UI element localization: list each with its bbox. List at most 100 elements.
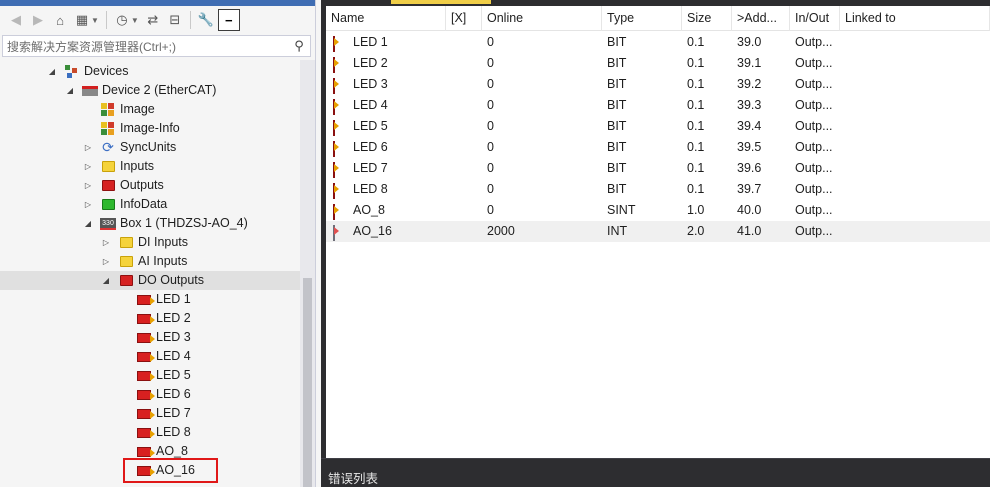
pending-changes-icon[interactable]: ◷ xyxy=(112,9,132,31)
cell-inout: Outp... xyxy=(795,224,833,238)
column-header[interactable]: Size xyxy=(682,6,732,31)
column-header[interactable]: Online xyxy=(482,6,602,31)
tree-node[interactable]: ▷ Inputs xyxy=(0,157,300,176)
tree-node-label: LED 5 xyxy=(156,368,191,382)
home-icon[interactable]: ⌂ xyxy=(50,9,70,31)
table-row[interactable]: LED 2 0 BIT 0.1 39.1 Outp... xyxy=(326,53,990,74)
chevron-down-icon[interactable]: ▼ xyxy=(91,16,99,25)
tree-node[interactable]: ▷ InfoData xyxy=(0,195,300,214)
column-header[interactable]: Linked to xyxy=(840,6,990,31)
column-header[interactable]: In/Out xyxy=(790,6,840,31)
output-var-icon xyxy=(136,444,155,459)
cell-x xyxy=(446,53,482,74)
search-input[interactable]: 搜索解决方案资源管理器(Ctrl+;) xyxy=(7,38,288,55)
tree-node[interactable]: LED 8 xyxy=(0,423,300,442)
table-row[interactable]: LED 5 0 BIT 0.1 39.4 Outp... xyxy=(326,116,990,137)
properties-wrench-icon[interactable]: 🔧 xyxy=(196,9,216,31)
switch-views-icon[interactable]: ▦ xyxy=(72,9,92,31)
output-var-icon xyxy=(136,349,155,364)
tree-node[interactable]: ◢ DO Outputs xyxy=(0,271,300,290)
cell-addr: 39.2 xyxy=(737,77,762,91)
table-row[interactable]: LED 7 0 BIT 0.1 39.6 Outp... xyxy=(326,158,990,179)
cell-x xyxy=(446,137,482,158)
cell-name: LED 3 xyxy=(353,77,388,91)
column-header[interactable]: Name xyxy=(326,6,446,31)
editor-panel: Name [X] Online Type Size >Add... In/Out Linked… xyxy=(321,0,990,487)
tree-node[interactable]: ◢ Devices xyxy=(0,62,300,81)
tree-node[interactable]: ▷ Outputs xyxy=(0,176,300,195)
scrollbar-thumb[interactable] xyxy=(303,278,312,487)
sync-icon: ⟳ xyxy=(102,139,114,155)
tree-node[interactable]: ▷ DI Inputs xyxy=(0,233,300,252)
table-row[interactable]: LED 8 0 BIT 0.1 39.7 Outp... xyxy=(326,179,990,200)
tree-node[interactable]: LED 3 xyxy=(0,328,300,347)
chevron-down-icon[interactable]: ▼ xyxy=(131,16,139,25)
expand-arrow-icon[interactable]: ▷ xyxy=(82,138,94,157)
collapse-arrow-icon[interactable]: ◢ xyxy=(46,62,58,81)
cell-type: BIT xyxy=(607,35,627,49)
table-row[interactable]: LED 1 0 BIT 0.1 39.0 Outp... xyxy=(326,32,990,53)
table-row[interactable]: LED 6 0 BIT 0.1 39.5 Outp... xyxy=(326,137,990,158)
column-header[interactable]: Type xyxy=(602,6,682,31)
collapse-all-icon[interactable]: ⊟ xyxy=(165,9,185,31)
cell-size: 0.1 xyxy=(687,161,705,175)
tree-node[interactable]: LED 4 xyxy=(0,347,300,366)
tree-node[interactable]: LED 6 xyxy=(0,385,300,404)
tree-node[interactable]: LED 1 xyxy=(0,290,300,309)
active-document-tab[interactable] xyxy=(391,0,491,4)
cell-addr: 39.6 xyxy=(737,161,762,175)
column-header[interactable]: [X] xyxy=(446,6,482,31)
expand-arrow-icon[interactable]: ▷ xyxy=(82,176,94,195)
tree-node[interactable]: Image xyxy=(0,100,300,119)
tree-node-label: DI Inputs xyxy=(138,235,189,249)
cell-size: 0.1 xyxy=(687,119,705,133)
cell-online: 0 xyxy=(487,119,494,133)
tree-node[interactable]: LED 5 xyxy=(0,366,300,385)
column-header[interactable]: >Add... xyxy=(732,6,790,31)
tree-node[interactable]: Image-Info xyxy=(0,119,300,138)
collapse-arrow-icon[interactable]: ◢ xyxy=(82,214,94,233)
tree-node[interactable]: AO_16 xyxy=(0,458,300,483)
table-row[interactable]: AO_16 2000 INT 2.0 41.0 Outp... xyxy=(326,221,990,242)
back-icon[interactable]: ◀ xyxy=(6,9,26,31)
collapse-arrow-icon[interactable]: ◢ xyxy=(100,271,112,290)
tree-node[interactable]: ◢ 330 Box 1 (THDZSJ-AO_4) xyxy=(0,214,300,233)
explorer-search-box[interactable]: 搜索解决方案资源管理器(Ctrl+;) ⚲ xyxy=(2,35,311,57)
tree-node[interactable]: ▷ ⟳ SyncUnits xyxy=(0,138,300,157)
sync-view-icon[interactable]: ⇄ xyxy=(143,9,163,31)
expand-arrow-icon[interactable]: ▷ xyxy=(82,157,94,176)
cell-x xyxy=(446,32,482,53)
error-list-label[interactable]: 错误列表 xyxy=(328,468,378,487)
table-row[interactable]: LED 3 0 BIT 0.1 39.2 Outp... xyxy=(326,74,990,95)
tree-node-label: Inputs xyxy=(120,159,155,173)
devices-icon xyxy=(64,64,80,79)
forward-icon[interactable]: ▶ xyxy=(28,9,48,31)
cell-online: 2000 xyxy=(487,224,515,238)
tree-node[interactable]: LED 7 xyxy=(0,404,300,423)
tree-node-label: LED 4 xyxy=(156,349,191,363)
tree-node[interactable]: LED 2 xyxy=(0,309,300,328)
collapse-arrow-icon[interactable]: ◢ xyxy=(64,81,76,100)
expand-arrow-icon[interactable]: ▷ xyxy=(82,195,94,214)
expand-arrow-icon[interactable]: ▷ xyxy=(100,252,112,271)
tree-node-label: InfoData xyxy=(120,197,168,211)
tree-scrollbar[interactable] xyxy=(300,60,315,487)
expand-arrow-icon[interactable]: ▷ xyxy=(100,233,112,252)
tree-node[interactable]: AO_8 xyxy=(0,442,300,461)
tree-node[interactable]: ◢ Device 2 (EtherCAT) xyxy=(0,81,300,100)
cell-type: BIT xyxy=(607,98,627,112)
pin-icon[interactable]: − xyxy=(217,9,240,31)
tree-node-label: DO Outputs xyxy=(138,273,204,287)
cell-size: 0.1 xyxy=(687,56,705,70)
search-icon[interactable]: ⚲ xyxy=(288,38,310,54)
folder-yellow-icon xyxy=(118,254,134,269)
table-row[interactable]: LED 4 0 BIT 0.1 39.3 Outp... xyxy=(326,95,990,116)
table-row[interactable]: AO_8 0 SINT 1.0 40.0 Outp... xyxy=(326,200,990,221)
cell-addr: 39.1 xyxy=(737,56,762,70)
cell-type: BIT xyxy=(607,182,627,196)
tree-node-label: Device 2 (EtherCAT) xyxy=(102,83,217,97)
tree-node[interactable]: ▷ AI Inputs xyxy=(0,252,300,271)
cell-x xyxy=(446,116,482,137)
error-list-bar[interactable]: 错误列表 xyxy=(321,458,990,487)
cell-addr: 39.4 xyxy=(737,119,762,133)
